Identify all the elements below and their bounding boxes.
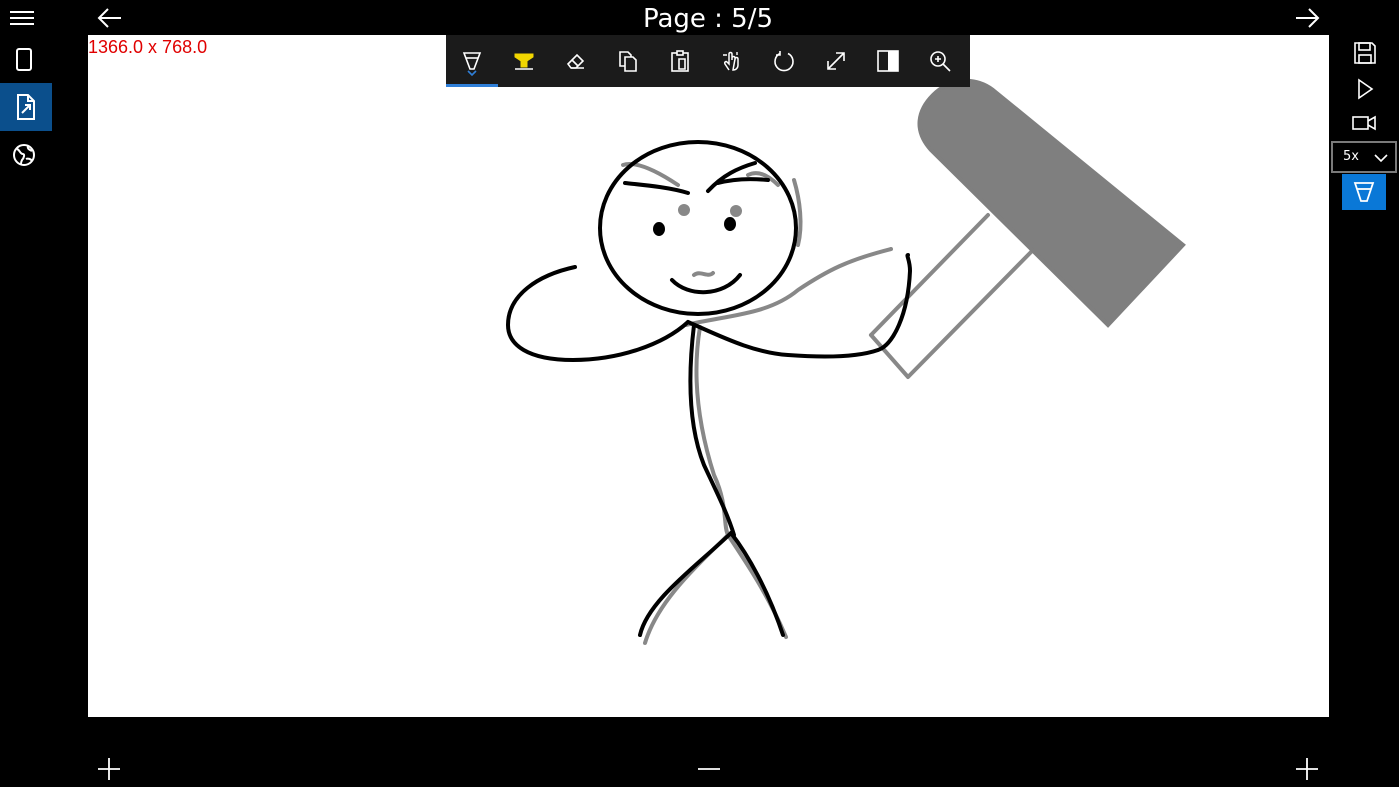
- touch-hand-icon: [723, 51, 739, 71]
- sidebar-item-export-page[interactable]: [0, 83, 52, 131]
- zoom-level-value: 5x: [1343, 149, 1359, 164]
- page-title: Page : 5/5: [642, 4, 774, 34]
- hamburger-menu-icon[interactable]: [8, 6, 36, 30]
- eraser-tool-button[interactable]: [550, 35, 602, 87]
- rotate-button[interactable]: [758, 35, 810, 87]
- zoom-level-select[interactable]: 5x: [1331, 141, 1397, 173]
- pen-mode-button[interactable]: [1342, 174, 1386, 210]
- highlighter-tool-button[interactable]: [498, 35, 550, 87]
- touch-pan-button[interactable]: [706, 35, 758, 87]
- paste-icon: [671, 50, 689, 72]
- active-tool-indicator: [446, 84, 498, 87]
- video-camera-icon[interactable]: [1350, 111, 1378, 135]
- highlighter-icon: [514, 53, 534, 70]
- back-arrow-icon[interactable]: [95, 4, 125, 32]
- zoom-button[interactable]: [914, 35, 966, 87]
- canvas-resolution-label: 1366.0 x 768.0: [88, 37, 208, 57]
- add-page-before-icon[interactable]: [96, 756, 122, 782]
- chevron-down-icon: [467, 70, 477, 77]
- rotate-icon: [774, 51, 794, 72]
- play-icon[interactable]: [1352, 76, 1378, 102]
- drawing-canvas[interactable]: [88, 35, 1329, 717]
- copy-icon: [619, 51, 637, 72]
- chevron-down-icon: [1374, 154, 1388, 163]
- eraser-icon: [566, 53, 585, 69]
- pen-icon: [1353, 182, 1375, 202]
- invert-contrast-icon: [877, 50, 899, 72]
- sidebar-item-page[interactable]: [10, 46, 38, 74]
- remove-page-icon[interactable]: [696, 756, 722, 782]
- add-page-after-icon[interactable]: [1294, 756, 1320, 782]
- invert-colors-button[interactable]: [862, 35, 914, 87]
- copy-button[interactable]: [602, 35, 654, 87]
- save-icon[interactable]: [1352, 40, 1378, 66]
- drawing-toolbar: [446, 35, 970, 87]
- resize-button[interactable]: [810, 35, 862, 87]
- stick-figure-drawing: [506, 78, 1186, 645]
- globe-icon[interactable]: [10, 141, 38, 169]
- resize-arrows-icon: [827, 52, 845, 70]
- forward-arrow-icon[interactable]: [1292, 4, 1322, 32]
- pen-tool-button[interactable]: [446, 35, 498, 87]
- zoom-in-icon: [930, 51, 951, 72]
- paste-button[interactable]: [654, 35, 706, 87]
